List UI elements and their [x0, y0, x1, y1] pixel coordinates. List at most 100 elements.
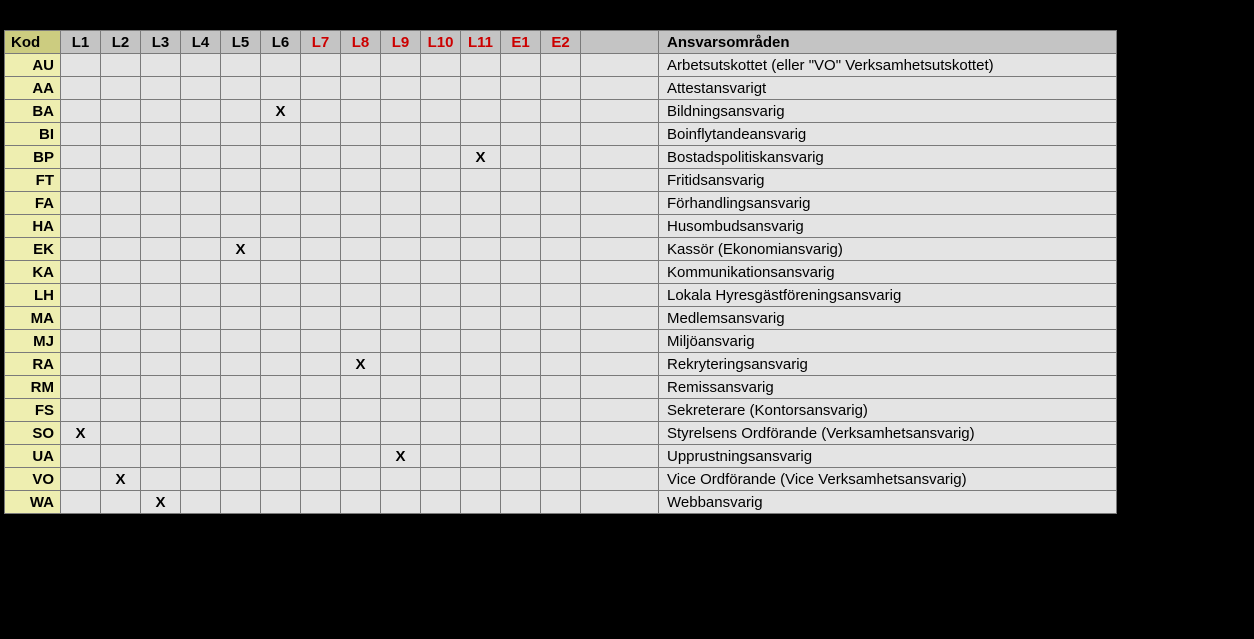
cell-l4 [181, 468, 221, 491]
cell-l4 [181, 376, 221, 399]
row-desc: Upprustningsansvarig [659, 445, 1117, 468]
row-kod: FA [5, 192, 61, 215]
cell-l4 [181, 491, 221, 514]
cell-l4 [181, 169, 221, 192]
cell-l11 [461, 330, 501, 353]
responsibility-table: KodL1L2L3L4L5L6L7L8L9L10L11E1E2Ansvarsom… [4, 30, 1117, 514]
cell-l11 [461, 123, 501, 146]
page: KodL1L2L3L4L5L6L7L8L9L10L11E1E2Ansvarsom… [0, 0, 1254, 639]
cell-l6 [261, 77, 301, 100]
cell-l5: X [221, 238, 261, 261]
cell-l5 [221, 445, 261, 468]
cell-l8 [341, 491, 381, 514]
cell-l10 [421, 330, 461, 353]
cell-l9: X [381, 445, 421, 468]
cell-e2 [541, 169, 581, 192]
table-row: AUArbetsutskottet (eller "VO" Verksamhet… [5, 54, 1117, 77]
cell-l7 [301, 238, 341, 261]
cell-l8 [341, 330, 381, 353]
cell-l9 [381, 307, 421, 330]
cell-l2 [101, 353, 141, 376]
cell-l8 [341, 376, 381, 399]
cell-l11 [461, 100, 501, 123]
col-header-spacer [581, 31, 659, 54]
cell-l7 [301, 77, 341, 100]
cell-l10 [421, 284, 461, 307]
cell-l5 [221, 353, 261, 376]
table-row: VOXVice Ordförande (Vice Verksamhetsansv… [5, 468, 1117, 491]
col-header-kod: Kod [5, 31, 61, 54]
table-header-row: KodL1L2L3L4L5L6L7L8L9L10L11E1E2Ansvarsom… [5, 31, 1117, 54]
cell-l1 [61, 491, 101, 514]
cell-l2: X [101, 468, 141, 491]
cell-l9 [381, 238, 421, 261]
cell-l1: X [61, 422, 101, 445]
row-desc: Miljöansvarig [659, 330, 1117, 353]
cell-e1 [501, 54, 541, 77]
cell-l5 [221, 330, 261, 353]
cell-l7 [301, 54, 341, 77]
row-desc: Förhandlingsansvarig [659, 192, 1117, 215]
cell-l10 [421, 123, 461, 146]
cell-l3 [141, 169, 181, 192]
cell-l7 [301, 261, 341, 284]
cell-l10 [421, 422, 461, 445]
cell-l8 [341, 445, 381, 468]
cell-l8 [341, 284, 381, 307]
cell-l4 [181, 353, 221, 376]
cell-l8: X [341, 353, 381, 376]
cell-e2 [541, 123, 581, 146]
table-row: LHLokala Hyresgästföreningsansvarig [5, 284, 1117, 307]
cell-l8 [341, 261, 381, 284]
row-desc: Medlemsansvarig [659, 307, 1117, 330]
cell-spacer [581, 376, 659, 399]
cell-l2 [101, 54, 141, 77]
cell-l3 [141, 100, 181, 123]
cell-l3 [141, 353, 181, 376]
cell-e1 [501, 238, 541, 261]
cell-l9 [381, 54, 421, 77]
table-row: FSSekreterare (Kontorsansvarig) [5, 399, 1117, 422]
cell-l5 [221, 376, 261, 399]
cell-l1 [61, 284, 101, 307]
cell-l5 [221, 468, 261, 491]
cell-e2 [541, 100, 581, 123]
col-header-l10: L10 [421, 31, 461, 54]
row-desc: Styrelsens Ordförande (Verksamhetsansvar… [659, 422, 1117, 445]
cell-l11 [461, 491, 501, 514]
cell-l7 [301, 376, 341, 399]
cell-l8 [341, 307, 381, 330]
cell-e1 [501, 146, 541, 169]
row-kod: VO [5, 468, 61, 491]
row-kod: KA [5, 261, 61, 284]
cell-spacer [581, 169, 659, 192]
cell-e1 [501, 399, 541, 422]
cell-l10 [421, 399, 461, 422]
cell-l11 [461, 261, 501, 284]
cell-l1 [61, 445, 101, 468]
cell-e2 [541, 261, 581, 284]
cell-e1 [501, 284, 541, 307]
row-desc: Husombudsansvarig [659, 215, 1117, 238]
cell-e1 [501, 169, 541, 192]
cell-l9 [381, 192, 421, 215]
cell-l6 [261, 422, 301, 445]
cell-l1 [61, 353, 101, 376]
cell-l1 [61, 376, 101, 399]
table-row: BPXBostadspolitiskansvarig [5, 146, 1117, 169]
cell-spacer [581, 215, 659, 238]
row-kod: RA [5, 353, 61, 376]
cell-l11 [461, 376, 501, 399]
cell-l5 [221, 77, 261, 100]
cell-spacer [581, 399, 659, 422]
cell-e2 [541, 491, 581, 514]
row-kod: LH [5, 284, 61, 307]
cell-l6 [261, 353, 301, 376]
cell-l8 [341, 192, 381, 215]
cell-l10 [421, 376, 461, 399]
cell-l8 [341, 468, 381, 491]
table-row: EKXKassör (Ekonomiansvarig) [5, 238, 1117, 261]
row-kod: UA [5, 445, 61, 468]
table-row: WAXWebbansvarig [5, 491, 1117, 514]
cell-l4 [181, 146, 221, 169]
